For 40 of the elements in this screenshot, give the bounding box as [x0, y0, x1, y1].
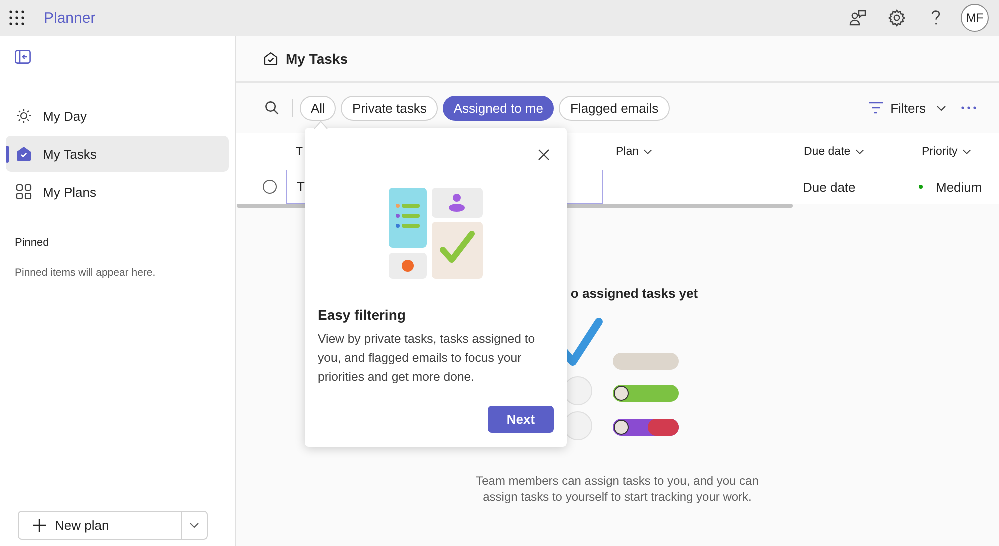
people-chat-icon[interactable] [848, 8, 868, 28]
pinned-empty-text: Pinned items will appear here. [15, 267, 157, 279]
pinned-heading: Pinned [15, 237, 50, 249]
user-avatar[interactable]: MF [961, 4, 989, 32]
sidebar-item[interactable]: My Day [6, 98, 229, 134]
priority-cell: Medium [936, 180, 982, 194]
task-checkbox[interactable] [263, 180, 277, 194]
filter-chip[interactable]: Flagged emails [559, 96, 670, 120]
column-header[interactable]: Priority [909, 146, 999, 158]
popover-title: Easy filtering [318, 307, 407, 323]
priority-dot [919, 185, 923, 189]
collapse-sidebar-icon[interactable] [15, 50, 31, 64]
column-header[interactable]: Due date [791, 146, 909, 158]
empty-state-description: Team members can assign tasks to you, and you can assign tasks to yourself to start tracking your work. [475, 473, 760, 505]
more-options-icon[interactable] [961, 106, 977, 110]
plus-icon [33, 519, 46, 532]
chevron-down-icon [189, 520, 200, 531]
close-icon[interactable] [538, 149, 550, 161]
column-header[interactable]: Plan [603, 146, 791, 158]
grid-icon [16, 184, 32, 200]
empty-state-title: o assigned tasks yet [570, 286, 698, 301]
filters-button[interactable]: Filters [868, 100, 947, 116]
settings-icon[interactable] [887, 8, 907, 28]
sidebar-item[interactable]: My Plans [6, 174, 229, 210]
due-date-cell-text: Due date [802, 180, 857, 194]
page-title: My Tasks [286, 50, 348, 66]
filter-chip[interactable]: Private tasks [341, 96, 438, 120]
task-home-icon [264, 52, 278, 66]
filter-chip[interactable]: Assigned to me [442, 96, 554, 120]
new-plan-split-button[interactable]: New plan [18, 511, 208, 540]
next-button[interactable]: Next [488, 406, 554, 433]
app-title[interactable]: Planner [44, 10, 96, 26]
sidebar-item[interactable]: My Tasks [6, 136, 229, 172]
new-plan-button[interactable]: New plan [19, 512, 181, 539]
sun-icon [16, 108, 32, 124]
app-launcher-icon[interactable] [9, 10, 25, 26]
task-home-icon [16, 146, 32, 162]
filter-icon [868, 102, 883, 114]
popover-description: View by private tasks, tasks assigned to you, and flagged emails to focus your priorities and get more done. [318, 331, 536, 386]
search-icon[interactable] [265, 101, 279, 115]
